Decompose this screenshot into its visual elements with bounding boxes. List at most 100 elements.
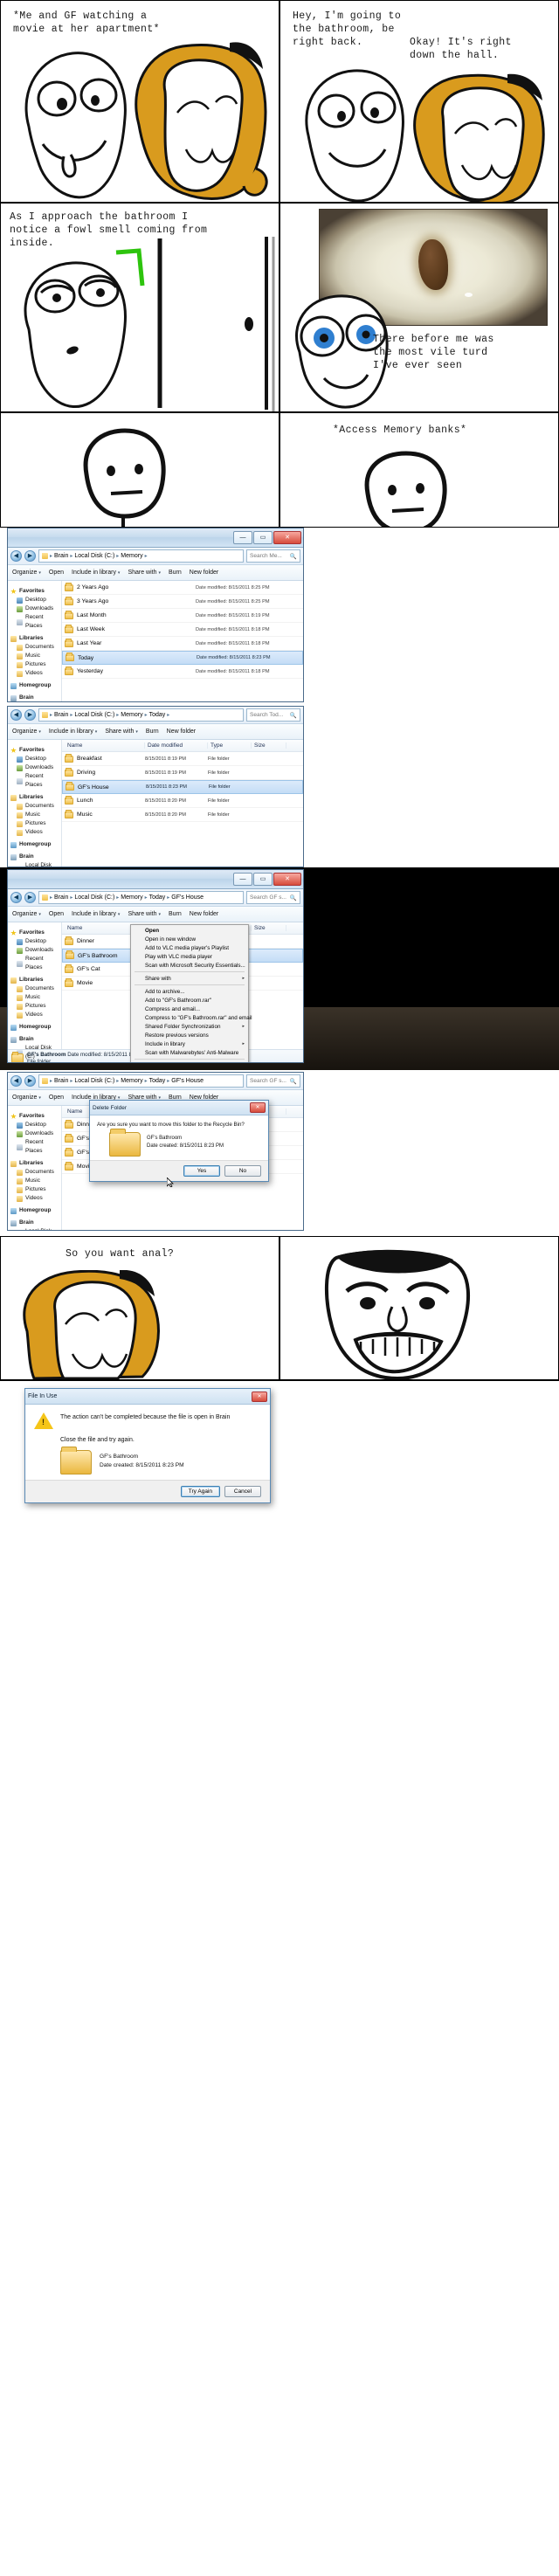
nav-item-downloads[interactable]: Downloads xyxy=(10,1129,61,1138)
close-button[interactable]: ✕ xyxy=(273,531,301,544)
toolbar-open[interactable]: Open xyxy=(49,1095,64,1101)
toolbar-new-folder[interactable]: New folder xyxy=(167,729,196,735)
nav-group-favorites[interactable]: Favorites xyxy=(10,587,61,596)
nav-item-documents[interactable]: Documents xyxy=(10,1168,61,1177)
context-menu-item-include-library[interactable]: Include in library ▸ xyxy=(131,1039,248,1048)
breadcrumb-item[interactable]: Brain xyxy=(54,1078,68,1084)
col-date[interactable]: Date modified xyxy=(145,742,208,749)
nav-item-music[interactable]: Music xyxy=(10,652,61,660)
explorer-window-memory[interactable]: — ▭ ✕ ◀ ▶ ▸ Brain ▸ Local Disk (C:) ▸ Memor… xyxy=(7,528,304,702)
toolbar-burn[interactable]: Burn xyxy=(169,911,182,917)
search-input[interactable]: Search GF s... 🔍 xyxy=(246,891,300,904)
table-row[interactable]: Last Year Date modified: 8/15/2011 8:18 P… xyxy=(62,637,303,651)
forward-button[interactable]: ▶ xyxy=(24,550,36,562)
breadcrumb-item[interactable]: Memory xyxy=(121,894,142,901)
table-row[interactable]: Music 8/15/2011 8:20 PM File folder xyxy=(62,808,303,822)
breadcrumb[interactable]: ▸ Brain ▸ Local Disk (C:) ▸ Memory ▸ xyxy=(38,549,244,563)
toolbar-include-library[interactable]: Include in library ▾ xyxy=(49,729,97,735)
toolbar-burn[interactable]: Burn xyxy=(146,729,159,735)
breadcrumb[interactable]: ▸ Brain ▸ Local Disk (C:) ▸ Memory ▸ Today ▸ xyxy=(38,708,244,722)
nav-item-pictures[interactable]: Pictures xyxy=(10,1185,61,1194)
navigation-pane-delete[interactable]: Favorites Desktop Downloads Recent Place… xyxy=(8,1106,62,1230)
forward-button[interactable]: ▶ xyxy=(24,892,36,903)
toolbar-share-with[interactable]: Share with ▾ xyxy=(105,729,138,735)
nav-group-libraries[interactable]: Libraries xyxy=(10,793,61,802)
nav-group-computer[interactable]: Brain xyxy=(10,1035,61,1044)
toolbar-organize[interactable]: Organize ▾ xyxy=(12,1095,41,1101)
table-row[interactable]: Breakfast 8/15/2011 8:19 PM File folder xyxy=(62,752,303,766)
table-row[interactable]: 2 Years Ago Date modified: 8/15/2011 8:25… xyxy=(62,581,303,595)
file-list-today[interactable]: Name Date modified Type Size Breakfast 8/… xyxy=(62,740,303,867)
nav-group-favorites[interactable]: Favorites xyxy=(10,1112,61,1121)
context-menu-item-compress-email[interactable]: Compress and email... xyxy=(131,1005,248,1013)
nav-group-computer[interactable]: Brain xyxy=(10,694,61,701)
search-input[interactable]: Search Tod... 🔍 xyxy=(246,708,300,722)
nav-group-homegroup[interactable]: Homegroup xyxy=(10,681,61,690)
toolbar-share-with[interactable]: Share with ▾ xyxy=(128,570,161,576)
toolbar-organize[interactable]: Organize ▾ xyxy=(12,729,41,735)
col-size[interactable]: Size xyxy=(252,742,286,749)
nav-item-recent-places[interactable]: Recent Places xyxy=(10,1138,61,1156)
table-row-selected[interactable]: GF's House 8/15/2011 8:23 PM File folder xyxy=(62,780,303,794)
context-menu-item-scan-mse[interactable]: Scan with Microsoft Security Essentials.… xyxy=(131,961,248,970)
toolbar-organize[interactable]: Organize ▾ xyxy=(12,570,41,576)
breadcrumb-item[interactable]: Today xyxy=(149,1078,166,1084)
context-menu-item-add-rar[interactable]: Add to "GF's Bathroom.rar" xyxy=(131,996,248,1005)
context-menu-item-restore-versions[interactable]: Restore previous versions xyxy=(131,1031,248,1039)
nav-item-desktop[interactable]: Desktop xyxy=(10,1121,61,1129)
nav-group-homegroup[interactable]: Homegroup xyxy=(10,840,61,849)
breadcrumb[interactable]: ▸ Brain ▸ Local Disk (C:) ▸ Memory ▸ Today ▸… xyxy=(38,1074,244,1088)
nav-item-local-disk[interactable]: Local Disk (C:) xyxy=(10,1227,61,1230)
toolbar-include-library[interactable]: Include in library ▾ xyxy=(72,911,120,917)
toolbar-new-folder[interactable]: New folder xyxy=(190,570,218,576)
breadcrumb-item[interactable]: Brain xyxy=(54,553,68,559)
nav-item-videos[interactable]: Videos xyxy=(10,828,61,837)
nav-item-videos[interactable]: Videos xyxy=(10,669,61,678)
breadcrumb-item[interactable]: Memory xyxy=(121,1078,142,1084)
try-again-button[interactable]: Try Again xyxy=(180,1486,220,1497)
toolbar-include-library[interactable]: Include in library ▾ xyxy=(72,570,120,576)
table-row-selected[interactable]: Today Date modified: 8/15/2011 8:23 PM xyxy=(62,651,303,665)
table-row[interactable]: Last Month Date modified: 8/15/2011 8:19 … xyxy=(62,609,303,623)
back-button[interactable]: ◀ xyxy=(10,550,22,562)
back-button[interactable]: ◀ xyxy=(10,709,22,721)
no-button[interactable]: No xyxy=(224,1165,261,1177)
context-menu-item-open[interactable]: Open xyxy=(131,926,248,935)
nav-item-music[interactable]: Music xyxy=(10,1177,61,1185)
explorer-window-gfhouse[interactable]: — ▭ ✕ ◀ ▶ ▸ Brain ▸ Local Disk (C:) ▸ Memor… xyxy=(7,869,304,1063)
table-row[interactable]: Last Week Date modified: 8/15/2011 8:18 P… xyxy=(62,623,303,637)
context-menu-item-share-with[interactable]: Share with ▸ xyxy=(131,974,248,983)
breadcrumb-item[interactable]: Today xyxy=(149,712,166,718)
nav-item-music[interactable]: Music xyxy=(10,993,61,1002)
maximize-button[interactable]: ▭ xyxy=(253,873,273,886)
breadcrumb-item[interactable]: Brain xyxy=(54,712,68,718)
toolbar-burn[interactable]: Burn xyxy=(169,570,182,576)
breadcrumb-item[interactable]: Today xyxy=(149,894,166,901)
back-button[interactable]: ◀ xyxy=(10,1075,22,1087)
nav-item-documents[interactable]: Documents xyxy=(10,643,61,652)
table-row[interactable]: Yesterday Date modified: 8/15/2011 8:18 P… xyxy=(62,665,303,679)
col-type[interactable]: Type xyxy=(208,742,252,749)
context-menu-item-scan-malwarebytes[interactable]: Scan with Malwarebytes' Anti-Malware xyxy=(131,1048,248,1057)
context-menu-item-add-vlc-playlist[interactable]: Add to VLC media player's Playlist xyxy=(131,943,248,952)
toolbar-gfhouse[interactable]: Organize ▾ Open Include in library ▾ Sha… xyxy=(8,907,303,922)
nav-group-homegroup[interactable]: Homegroup xyxy=(10,1206,61,1215)
search-input[interactable]: Search Me... 🔍 xyxy=(246,549,300,563)
nav-item-desktop[interactable]: Desktop xyxy=(10,596,61,604)
nav-item-pictures[interactable]: Pictures xyxy=(10,1002,61,1011)
nav-group-homegroup[interactable]: Homegroup xyxy=(10,1023,61,1032)
file-list-memory[interactable]: 2 Years Ago Date modified: 8/15/2011 8:25… xyxy=(62,581,303,701)
nav-item-downloads[interactable]: Downloads xyxy=(10,604,61,613)
nav-group-computer[interactable]: Brain xyxy=(10,853,61,861)
context-menu-item-compress-rar-email[interactable]: Compress to "GF's Bathroom.rar" and emai… xyxy=(131,1013,252,1022)
col-size[interactable]: Size xyxy=(252,925,286,931)
forward-button[interactable]: ▶ xyxy=(24,1075,36,1087)
nav-group-libraries[interactable]: Libraries xyxy=(10,1159,61,1168)
toolbar-organize[interactable]: Organize ▾ xyxy=(12,911,41,917)
delete-folder-dialog[interactable]: Delete Folder ✕ Are you sure you want to… xyxy=(89,1100,269,1188)
breadcrumb-item[interactable]: Local Disk (C:) xyxy=(74,1078,114,1084)
table-row[interactable]: 3 Years Ago Date modified: 8/15/2011 8:25… xyxy=(62,595,303,609)
table-header[interactable]: Name Date modified Type Size xyxy=(62,740,303,752)
cancel-button[interactable]: Cancel xyxy=(224,1486,261,1497)
maximize-button[interactable]: ▭ xyxy=(253,531,273,544)
